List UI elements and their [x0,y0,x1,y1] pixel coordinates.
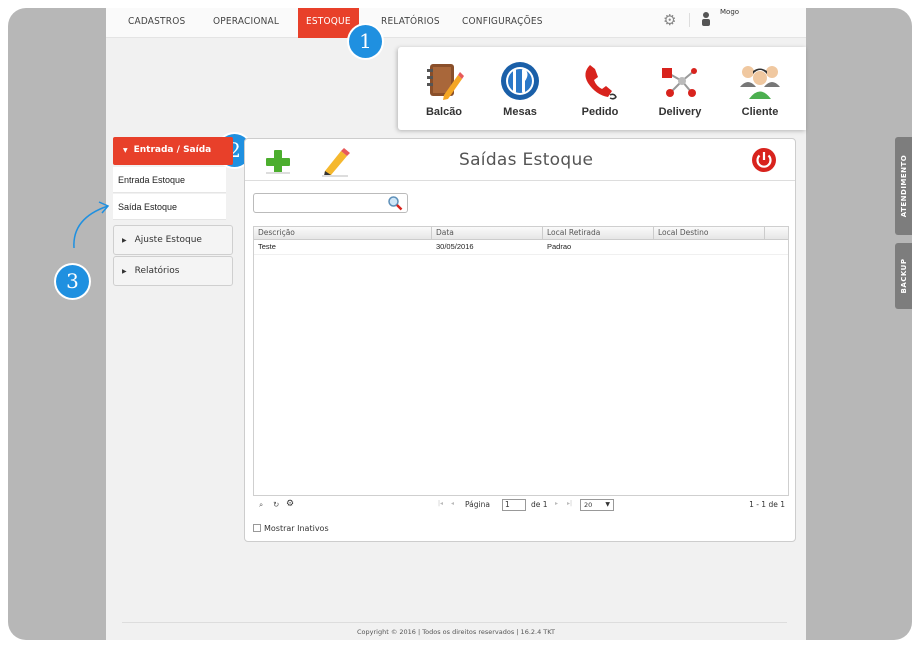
power-icon[interactable] [751,147,777,173]
caret-right-icon: ▶ [122,268,127,275]
users-icon [740,66,780,99]
page-total: de 1 [531,500,548,509]
caret-down-icon: ▼ [123,147,128,154]
quick-mesas-label: Mesas [503,106,537,118]
quick-access-bar: Balcão Mesas Pedido Delivery Cliente [398,47,806,130]
column-header-local-retirada[interactable]: Local Retirada [543,227,654,239]
footer-divider [122,622,787,623]
main-panel: Saídas Estoque Descrição Data Local Reti… [244,138,796,542]
page-size-value: 20 [584,501,593,509]
quick-cliente[interactable]: Cliente [728,61,792,129]
caret-right-icon: ▶ [122,237,127,244]
quick-cliente-label: Cliente [741,106,779,118]
add-icon[interactable] [264,149,292,175]
cell-data: 30/05/2016 [436,242,474,251]
cutlery-icon [501,62,539,100]
side-tab-backup[interactable]: BACKUP [895,243,912,309]
callout-badge-3: 3 [56,265,89,298]
search-input[interactable] [253,193,408,213]
nav-configuracoes[interactable]: CONFIGURAÇÕES [462,8,543,38]
next-page-icon[interactable]: ▸ [555,500,558,507]
refresh-icon[interactable]: ↻ [273,500,279,509]
notebook-pencil-icon [427,64,464,100]
sidebar-group-label: Ajuste Estoque [134,235,202,245]
panel-title: Saídas Estoque [459,150,594,170]
page-number-input[interactable]: 1 [502,499,526,511]
show-inactive-label: Mostrar Inativos [264,524,329,533]
user-name[interactable]: Mogo [720,8,739,16]
page-label: Página [465,500,490,509]
quick-mesas[interactable]: Mesas [488,61,552,129]
grid-header: Descrição Data Local Retirada Local Dest… [254,227,788,240]
phone-icon [585,65,617,100]
quick-balcao-label: Balcão [425,106,463,118]
gear-icon[interactable]: ⚙ [286,499,294,509]
chevron-down-icon: ▼ [605,501,610,508]
nav-operacional[interactable]: OPERACIONAL [213,8,279,38]
pager: ⌕ ↻ ⚙ |◂ ◂ Página 1 de 1 ▸ ▸| 20 ▼ 1 - 1… [253,499,789,514]
user-icon[interactable] [700,11,712,27]
panel-toolbar: Saídas Estoque [245,139,795,181]
prev-page-icon[interactable]: ◂ [451,500,454,507]
sidebar-group-label: Relatórios [134,266,180,276]
column-header-data[interactable]: Data [432,227,543,239]
quick-pedido[interactable]: Pedido [568,61,632,129]
callout-arrow-icon [73,201,110,249]
data-grid: Descrição Data Local Retirada Local Dest… [253,226,789,496]
table-row[interactable]: Teste 30/05/2016 Padrao [254,240,788,255]
column-header-descricao[interactable]: Descrição [254,227,432,239]
cell-local-destino [654,240,765,254]
first-page-icon[interactable]: |◂ [438,500,443,507]
footer-copyright: Copyright © 2016 | Todos os direitos res… [357,628,555,636]
cell-descricao: Teste [258,242,276,251]
quick-pedido-label: Pedido [581,106,619,118]
sidebar-group-relatorios[interactable]: ▶ Relatórios [113,256,233,286]
side-tab-backup-label: BACKUP [899,258,908,294]
side-tab-atendimento[interactable]: ATENDIMENTO [895,137,912,235]
sidebar-header-label: Entrada / Saída [133,145,212,155]
cell-local-retirada: Padrao [547,242,572,251]
network-icon [662,68,697,97]
quick-delivery[interactable]: Delivery [648,61,712,129]
checkbox-box[interactable] [253,524,261,532]
sidebar-item-saida-estoque[interactable]: Saída Estoque [113,194,226,220]
sidebar-header-entrada-saida[interactable]: ▼ Entrada / Saída [113,137,233,165]
quick-delivery-label: Delivery [658,106,702,118]
sidebar-group-ajuste-estoque[interactable]: ▶ Ajuste Estoque [113,225,233,255]
show-inactive-checkbox[interactable]: Mostrar Inativos [253,524,329,533]
sidebar-item-entrada-estoque[interactable]: Entrada Estoque [113,167,226,193]
search-icon[interactable] [387,195,403,211]
nav-cadastros[interactable]: CADASTROS [128,8,185,38]
quick-balcao[interactable]: Balcão [412,61,476,129]
gear-icon[interactable]: ⚙ [663,12,679,28]
callout-badge-1: 1 [349,25,382,58]
last-page-icon[interactable]: ▸| [567,500,572,507]
edit-pencil-icon[interactable] [319,147,351,177]
divider [689,13,690,27]
side-tab-atendimento-label: ATENDIMENTO [899,154,908,218]
column-header-local-destino[interactable]: Local Destino [654,227,765,239]
search-icon[interactable]: ⌕ [259,500,263,510]
records-summary: 1 - 1 de 1 [749,500,785,509]
nav-relatorios[interactable]: RELATÓRIOS [381,8,440,38]
page-size-select[interactable]: 20 ▼ [580,499,614,511]
